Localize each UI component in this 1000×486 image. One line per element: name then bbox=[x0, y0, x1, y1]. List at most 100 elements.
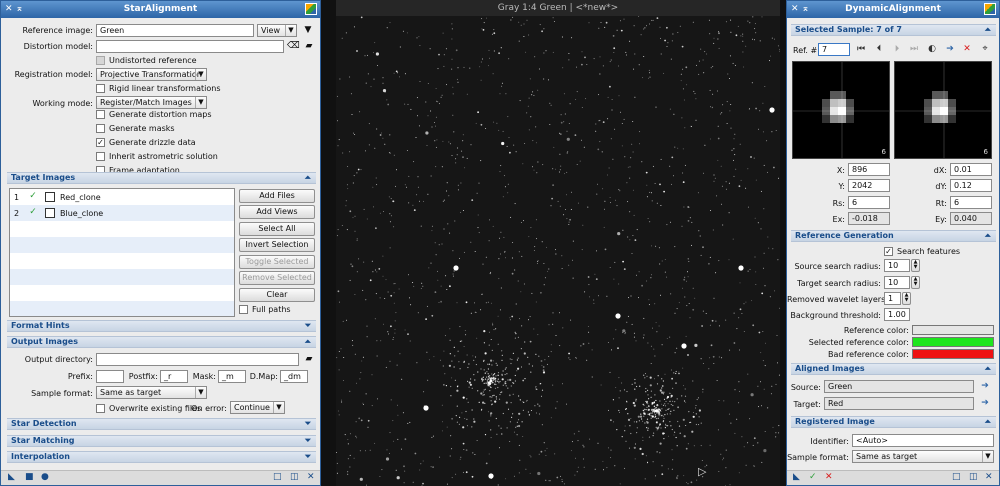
enabled-check-icon[interactable]: ✓ bbox=[27, 207, 39, 218]
target-sample-preview[interactable]: 6 bbox=[894, 61, 992, 159]
working-mode-select[interactable]: Register/Match Images ▼ bbox=[96, 96, 207, 109]
go-to-target-icon[interactable]: ➔ bbox=[979, 398, 991, 409]
first-sample-icon[interactable]: ⏮ bbox=[855, 44, 867, 55]
browse-documentation-icon[interactable]: □ bbox=[952, 472, 961, 483]
full-paths-checkbox[interactable] bbox=[239, 305, 248, 314]
undistorted-reference-checkbox[interactable] bbox=[96, 56, 105, 65]
remove-selected-button[interactable]: Remove Selected bbox=[239, 271, 315, 285]
rt-input[interactable]: 6 bbox=[950, 196, 992, 209]
distortion-model-input[interactable] bbox=[96, 40, 284, 53]
prefix-input[interactable] bbox=[96, 370, 124, 383]
clear-button[interactable]: Clear bbox=[239, 288, 315, 302]
image-window[interactable]: Gray 1:4 Green | <*new*> ▷ bbox=[336, 0, 780, 486]
ref-number-input[interactable]: 7 bbox=[818, 43, 850, 56]
wavelet-layers-spinner[interactable]: ▲ ▼ bbox=[902, 292, 911, 305]
target-radius-spinner[interactable]: ▲ ▼ bbox=[911, 276, 920, 289]
aligned-images-section-header[interactable]: Aligned Images ⏶ bbox=[791, 363, 996, 375]
interpolation-section-header[interactable]: Interpolation ⏷ bbox=[7, 451, 316, 463]
crosshair-icon[interactable]: ⌖ bbox=[979, 44, 991, 55]
add-views-button[interactable]: Add Views bbox=[239, 205, 315, 219]
search-features-checkbox[interactable]: ✓ bbox=[884, 247, 893, 256]
collapse-icon[interactable]: ⏶ bbox=[305, 337, 311, 347]
sample-format-select[interactable]: Same as target ▼ bbox=[96, 386, 207, 399]
expand-icon[interactable]: ⏷ bbox=[305, 452, 311, 462]
format-hints-section-header[interactable]: Format Hints ⏷ bbox=[7, 320, 316, 332]
bad-reference-color-swatch[interactable] bbox=[912, 349, 994, 359]
option-checkbox[interactable] bbox=[96, 110, 105, 119]
target-search-radius-input[interactable]: 10 bbox=[884, 276, 910, 289]
new-instance-icon[interactable]: ◣ bbox=[8, 472, 15, 483]
registration-model-select[interactable]: Projective Transformation ▼ bbox=[96, 68, 207, 81]
track-view-icon[interactable]: ◫ bbox=[290, 472, 299, 483]
pin-icon[interactable]: ✕ ⌅ bbox=[791, 1, 809, 18]
reference-source-select[interactable]: View ▼ bbox=[257, 24, 297, 37]
identifier-input[interactable]: <Auto> bbox=[852, 434, 994, 447]
invert-selection-button[interactable]: Invert Selection bbox=[239, 238, 315, 252]
x-input[interactable]: 896 bbox=[848, 163, 890, 176]
output-images-section-header[interactable]: Output Images ⏶ bbox=[7, 336, 316, 348]
mask-input[interactable]: _m bbox=[218, 370, 246, 383]
contrast-icon[interactable]: ◐ bbox=[926, 44, 938, 55]
table-row[interactable] bbox=[10, 253, 234, 269]
target-images-list[interactable]: 1 ✓ Red_clone 2 ✓ Blue_clone bbox=[9, 188, 235, 317]
next-sample-icon[interactable]: ⏵ bbox=[891, 44, 903, 55]
apply-icon[interactable]: ● bbox=[41, 472, 49, 483]
background-threshold-input[interactable]: 1.00 bbox=[884, 308, 910, 321]
apply-global-icon[interactable]: ■ bbox=[25, 472, 34, 483]
table-row[interactable] bbox=[10, 237, 234, 253]
selected-sample-section-header[interactable]: Selected Sample: 7 of 7 ⏶ bbox=[791, 24, 996, 36]
collapse-icon[interactable]: ⏶ bbox=[305, 173, 311, 183]
dmap-input[interactable]: _dm bbox=[280, 370, 308, 383]
dx-input[interactable]: 0.01 bbox=[950, 163, 992, 176]
expand-icon[interactable]: ⏷ bbox=[305, 436, 311, 446]
option-checkbox[interactable] bbox=[96, 124, 105, 133]
table-row[interactable] bbox=[10, 285, 234, 301]
add-files-button[interactable]: Add Files bbox=[239, 189, 315, 203]
star-detection-section-header[interactable]: Star Detection ⏷ bbox=[7, 418, 316, 430]
star-field-image[interactable] bbox=[336, 16, 780, 486]
toggle-selected-button[interactable]: Toggle Selected bbox=[239, 255, 315, 269]
reset-icon[interactable]: ✕ bbox=[307, 472, 315, 483]
option-checkbox[interactable] bbox=[96, 152, 105, 161]
collapse-icon[interactable]: ⏶ bbox=[985, 417, 991, 427]
cancel-icon[interactable]: ✕ bbox=[825, 472, 833, 483]
previous-sample-icon[interactable]: ⏴ bbox=[873, 44, 885, 55]
y-input[interactable]: 2042 bbox=[848, 179, 890, 192]
new-instance-icon[interactable]: ◣ bbox=[793, 472, 800, 483]
dy-input[interactable]: 0.12 bbox=[950, 179, 992, 192]
on-error-select[interactable]: Continue ▼ bbox=[230, 401, 285, 414]
collapse-icon[interactable]: ⏶ bbox=[985, 364, 991, 374]
go-to-source-icon[interactable]: ➔ bbox=[979, 381, 991, 392]
target-images-section-header[interactable]: Target Images ⏶ bbox=[7, 172, 316, 184]
star-matching-section-header[interactable]: Star Matching ⏷ bbox=[7, 435, 316, 447]
table-row[interactable] bbox=[10, 269, 234, 285]
table-row[interactable] bbox=[10, 301, 234, 316]
last-sample-icon[interactable]: ⏭ bbox=[908, 44, 920, 55]
folder-icon[interactable]: ▰ bbox=[303, 41, 315, 52]
da-sample-format-select[interactable]: Same as target ▼ bbox=[852, 450, 994, 463]
pin-icon[interactable]: ✕ ⌅ bbox=[5, 1, 23, 18]
execute-icon[interactable]: ✓ bbox=[809, 472, 817, 483]
delete-icon[interactable]: ✕ bbox=[961, 44, 973, 55]
collapse-icon[interactable]: ⏶ bbox=[985, 25, 991, 35]
go-arrow-icon[interactable]: ➔ bbox=[944, 44, 956, 55]
postfix-input[interactable]: _r bbox=[160, 370, 188, 383]
table-row[interactable]: 1 ✓ Red_clone bbox=[10, 189, 234, 205]
source-radius-spinner[interactable]: ▲ ▼ bbox=[911, 259, 920, 272]
source-sample-preview[interactable]: 6 bbox=[792, 61, 890, 159]
dropdown-arrow-icon[interactable]: ▼ bbox=[302, 25, 314, 36]
source-search-radius-input[interactable]: 10 bbox=[884, 259, 910, 272]
folder-icon[interactable]: ▰ bbox=[303, 354, 315, 365]
clear-field-icon[interactable]: ⌫ bbox=[287, 41, 300, 52]
dynamic-alignment-title-bar[interactable]: ✕ ⌅ DynamicAlignment bbox=[787, 1, 999, 18]
expand-icon[interactable]: ⏷ bbox=[305, 419, 311, 429]
expand-icon[interactable]: ⏷ bbox=[305, 321, 311, 331]
option-checkbox[interactable]: ✓ bbox=[96, 138, 105, 147]
browse-documentation-icon[interactable]: □ bbox=[273, 472, 282, 483]
removed-wavelet-layers-input[interactable]: 1 bbox=[884, 292, 901, 305]
table-row[interactable]: 2 ✓ Blue_clone bbox=[10, 205, 234, 221]
reference-generation-section-header[interactable]: Reference Generation ⏶ bbox=[791, 230, 996, 242]
reference-image-input[interactable]: Green bbox=[96, 24, 254, 37]
track-view-icon[interactable]: ◫ bbox=[969, 472, 978, 483]
output-directory-input[interactable] bbox=[96, 353, 299, 366]
